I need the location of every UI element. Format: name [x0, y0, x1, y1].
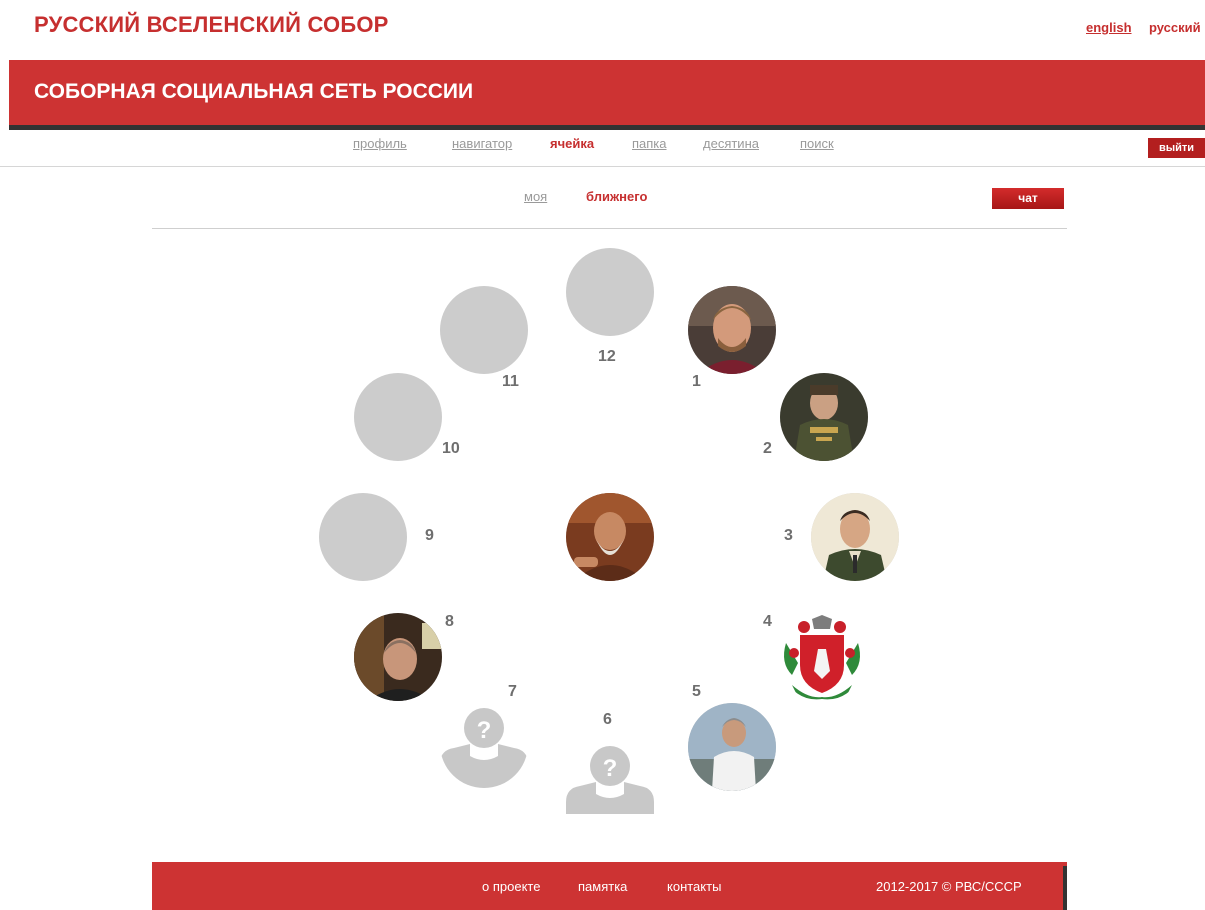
- svg-text:?: ?: [477, 717, 492, 744]
- footer-memo-link[interactable]: памятка: [578, 879, 627, 894]
- slot-12-avatar[interactable]: [566, 248, 654, 336]
- unknown-user-icon: ?: [440, 708, 528, 788]
- slot-5-number: 5: [692, 683, 701, 700]
- language-english-link[interactable]: english: [1086, 20, 1132, 35]
- slot-1-number: 1: [692, 373, 701, 390]
- slot-12-number: 12: [598, 348, 616, 365]
- nav-divider: [0, 166, 1205, 167]
- footer-edge: [1063, 866, 1067, 910]
- footer-about-link[interactable]: о проекте: [482, 879, 540, 894]
- person-photo-icon: [566, 493, 654, 581]
- person-photo-icon: [354, 613, 442, 701]
- slot-8-avatar[interactable]: [354, 613, 442, 701]
- coat-of-arms-icon: [778, 613, 866, 701]
- slot-7-number: 7: [508, 683, 517, 700]
- nav-navigator[interactable]: навигатор: [452, 136, 512, 151]
- slot-10-avatar[interactable]: [354, 373, 442, 461]
- svg-text:?: ?: [603, 755, 618, 782]
- site-title: РУССКИЙ ВСЕЛЕНСКИЙ СОБОР: [34, 12, 389, 37]
- person-photo-icon: [688, 703, 776, 791]
- person-photo-icon: [780, 373, 868, 461]
- nav-folder[interactable]: папка: [632, 136, 667, 151]
- slot-11-avatar[interactable]: [440, 286, 528, 374]
- slot-3-number: 3: [784, 527, 793, 544]
- slot-3-avatar[interactable]: [811, 493, 899, 581]
- banner-title: СОБОРНАЯ СОЦИАЛЬНАЯ СЕТЬ РОССИИ: [34, 80, 474, 103]
- slot-6-avatar[interactable]: ?: [566, 738, 654, 814]
- slot-4-number: 4: [763, 613, 772, 630]
- subnav-divider: [152, 228, 1067, 229]
- slot-6-number: 6: [603, 711, 612, 728]
- slot-4-avatar[interactable]: [778, 613, 866, 701]
- footer-copyright: 2012-2017 © РВС/СССР: [876, 879, 1022, 894]
- chat-button[interactable]: чат: [992, 188, 1064, 209]
- slot-10-number: 10: [442, 440, 460, 457]
- banner-divider: [9, 125, 1205, 130]
- slot-1-avatar[interactable]: [688, 286, 776, 374]
- subnav-neighbor[interactable]: ближнего: [586, 189, 647, 204]
- footer: о проекте памятка контакты 2012-2017 © Р…: [152, 862, 1067, 910]
- subnav-mine[interactable]: моя: [524, 189, 547, 204]
- person-photo-icon: [811, 493, 899, 581]
- slot-2-number: 2: [763, 440, 772, 457]
- slot-7-avatar[interactable]: ?: [440, 700, 528, 788]
- language-russian-link[interactable]: русский: [1149, 20, 1201, 35]
- slot-11-number: 11: [502, 373, 519, 390]
- person-photo-icon: [688, 286, 776, 374]
- nav-cell[interactable]: ячейка: [550, 136, 594, 151]
- slot-5-avatar[interactable]: [688, 703, 776, 791]
- slot-2-avatar[interactable]: [780, 373, 868, 461]
- slot-8-number: 8: [445, 613, 454, 630]
- nav-tithe[interactable]: десятина: [703, 136, 759, 151]
- footer-contacts-link[interactable]: контакты: [667, 879, 721, 894]
- nav-profile[interactable]: профиль: [353, 136, 407, 151]
- nav-search[interactable]: поиск: [800, 136, 834, 151]
- logout-button[interactable]: выйти: [1148, 138, 1205, 158]
- center-avatar[interactable]: [566, 493, 654, 581]
- slot-9-avatar[interactable]: [319, 493, 407, 581]
- unknown-user-icon: ?: [566, 746, 654, 814]
- slot-9-number: 9: [425, 527, 434, 544]
